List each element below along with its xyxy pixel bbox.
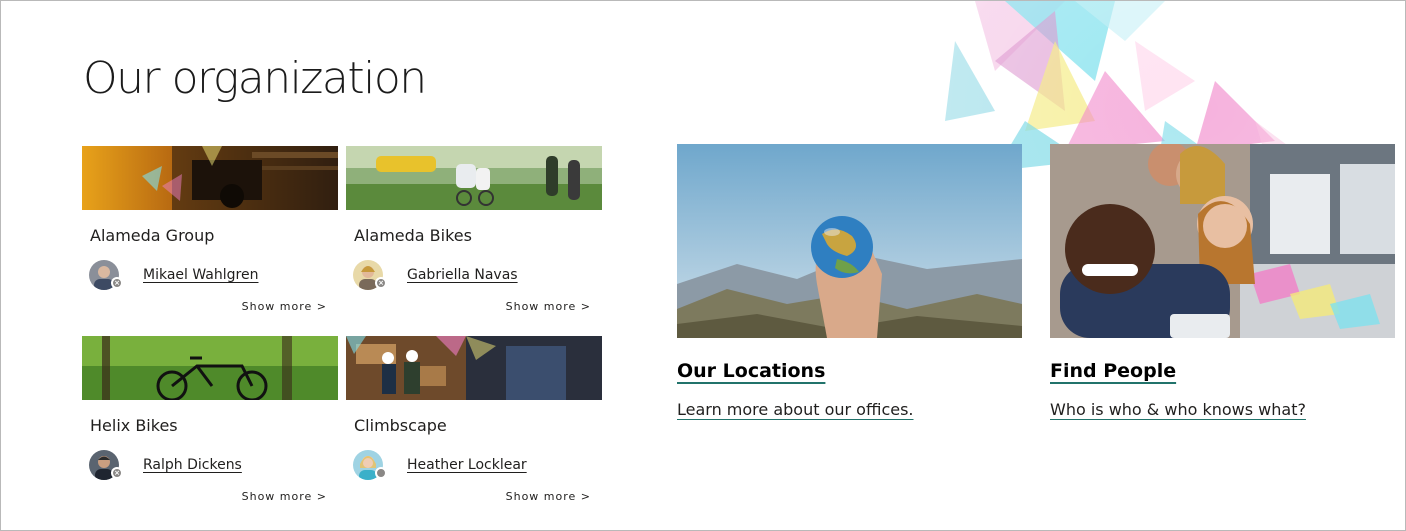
feature-image — [1050, 144, 1395, 338]
contact-name-link[interactable]: Ralph Dickens — [143, 457, 242, 473]
page-title: Our organization — [83, 53, 427, 104]
org-name: Climbscape — [354, 416, 447, 435]
feature-title-link[interactable]: Find People — [1050, 360, 1176, 382]
org-image — [82, 146, 338, 210]
org-name: Alameda Bikes — [354, 226, 472, 245]
org-card-climbscape[interactable]: Climbscape Heather Locklear Show more > — [346, 336, 602, 516]
feature-our-locations[interactable]: Our Locations Learn more about our offic… — [677, 144, 1022, 434]
presence-offline-icon: × — [111, 467, 123, 479]
org-image — [346, 336, 602, 400]
feature-image — [677, 144, 1022, 338]
org-name: Helix Bikes — [90, 416, 178, 435]
presence-unknown-icon — [375, 467, 387, 479]
feature-description-link[interactable]: Learn more about our offices. — [677, 400, 914, 419]
feature-title-link[interactable]: Our Locations — [677, 360, 825, 382]
contact-name-link[interactable]: Heather Locklear — [407, 457, 527, 473]
org-card-alameda-bikes[interactable]: Alameda Bikes × Gabriella Navas Show mor… — [346, 146, 602, 326]
presence-offline-icon: × — [375, 277, 387, 289]
org-contact[interactable]: Heather Locklear — [353, 450, 527, 480]
org-name: Alameda Group — [90, 226, 215, 245]
show-more-link[interactable]: Show more > — [506, 490, 591, 503]
presence-offline-icon: × — [111, 277, 123, 289]
org-contact[interactable]: × Ralph Dickens — [89, 450, 242, 480]
contact-name-link[interactable]: Mikael Wahlgren — [143, 267, 258, 283]
contact-name-link[interactable]: Gabriella Navas — [407, 267, 518, 283]
show-more-link[interactable]: Show more > — [242, 300, 327, 313]
org-image — [346, 146, 602, 210]
feature-find-people[interactable]: Find People Who is who & who knows what? — [1050, 144, 1395, 434]
org-contact[interactable]: × Mikael Wahlgren — [89, 260, 258, 290]
org-image — [82, 336, 338, 400]
show-more-link[interactable]: Show more > — [242, 490, 327, 503]
org-contact[interactable]: × Gabriella Navas — [353, 260, 518, 290]
feature-description-link[interactable]: Who is who & who knows what? — [1050, 400, 1306, 419]
org-card-alameda-group[interactable]: Alameda Group × Mikael Wahlgren Show mor… — [82, 146, 338, 326]
show-more-link[interactable]: Show more > — [506, 300, 591, 313]
org-card-helix-bikes[interactable]: Helix Bikes × Ralph Dickens Show more > — [82, 336, 338, 516]
page-frame: Our organization Alameda Group × Mikael … — [0, 0, 1406, 531]
